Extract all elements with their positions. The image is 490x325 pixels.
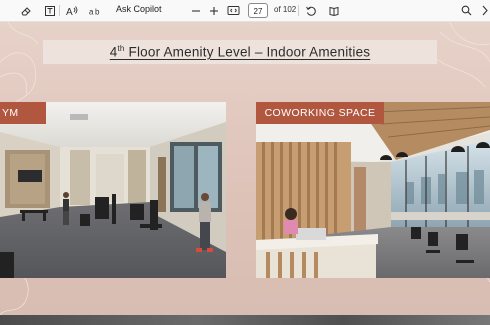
more-icon[interactable]	[477, 3, 490, 18]
read-aloud-icon[interactable]: A	[65, 3, 80, 18]
svg-text:a: a	[89, 7, 94, 16]
fit-page-icon[interactable]	[226, 3, 241, 18]
zoom-out-icon[interactable]	[188, 3, 203, 18]
svg-text:b: b	[95, 7, 100, 16]
zoom-in-icon[interactable]	[206, 3, 221, 18]
gym-photo	[0, 102, 226, 278]
page-total-label: of 102	[274, 5, 297, 14]
coworking-label: COWORKING SPACE	[256, 102, 384, 124]
page-view-icon[interactable]	[326, 3, 341, 18]
search-icon[interactable]	[459, 3, 474, 18]
title-band: 4th Floor Amenity Level – Indoor Ameniti…	[43, 40, 437, 64]
pdf-toolbar: A ab Ask Copilot 27 of 102	[0, 0, 490, 22]
page-title: 4th Floor Amenity Level – Indoor Ameniti…	[109, 44, 371, 60]
coworking-photo	[256, 102, 490, 278]
translate-icon[interactable]: ab	[88, 3, 103, 18]
next-page-preview	[0, 315, 490, 325]
text-box-icon[interactable]	[42, 3, 57, 18]
gym-label: YM	[0, 102, 46, 124]
document-page: 4th Floor Amenity Level – Indoor Ameniti…	[0, 22, 490, 315]
svg-text:A: A	[66, 7, 73, 17]
rotate-icon[interactable]	[303, 3, 318, 18]
ask-copilot-button[interactable]: Ask Copilot	[116, 4, 162, 14]
page-number-input[interactable]: 27	[248, 3, 268, 18]
eraser-icon[interactable]	[18, 3, 33, 18]
